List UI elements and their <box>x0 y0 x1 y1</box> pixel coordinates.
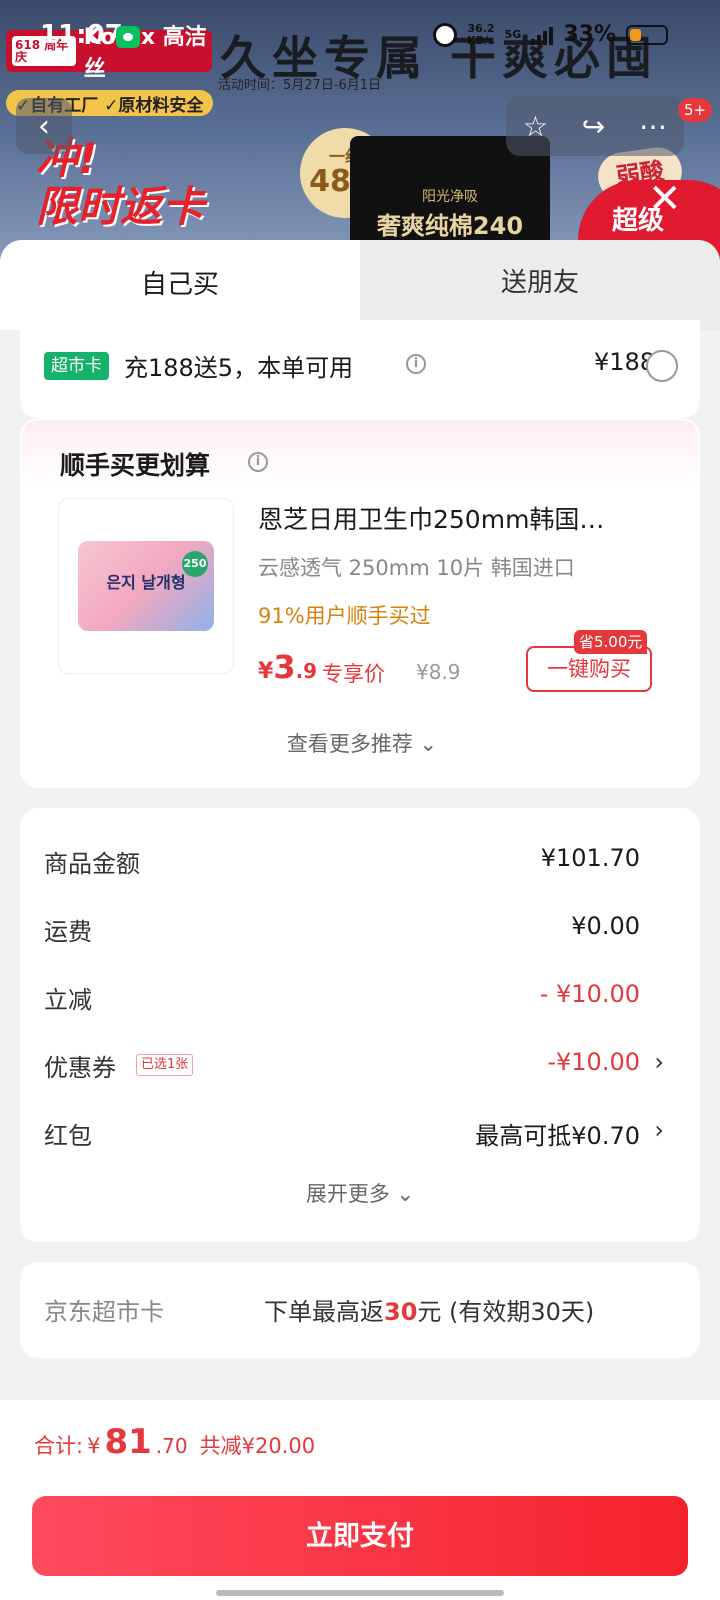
battery-icon <box>626 24 668 45</box>
package-label: 은지 날개형 <box>106 573 186 592</box>
summary-row-goods-amount: 商品金额 ¥101.70 <box>44 840 664 880</box>
product-popularity: 91%用户顺手买过 <box>258 604 431 628</box>
pack-subtitle: 阳光净吸 <box>422 189 478 205</box>
share-icon[interactable]: ↪ <box>582 110 605 143</box>
exclusive-price-tag: 专享价 <box>322 662 385 686</box>
savings-badge: 省5.00元 <box>574 630 648 654</box>
summary-row-instant-discount: 立减 - ¥10.00 <box>44 976 664 1016</box>
summary-label: 优惠券 <box>44 1054 116 1082</box>
jd-card-rebate: 下单最高返30元 (有效期30天) <box>264 1292 594 1327</box>
summary-value: ¥101.70 <box>540 844 640 872</box>
summary-value: -¥10.00 <box>547 1048 640 1076</box>
total-decimal: .70 <box>155 1434 188 1458</box>
tab-gift[interactable]: 送朋友 <box>360 240 720 330</box>
product-spec: 云感透气 250mm 10片 韩国进口 <box>258 556 575 580</box>
pay-now-button[interactable]: 立即支付 <box>32 1496 688 1576</box>
summary-label: 运费 <box>44 918 92 946</box>
product-name[interactable]: 恩芝日用卫生巾250mm韩国… <box>258 500 638 536</box>
package-badge: 250 <box>182 551 208 577</box>
promo-line-2: 限时返卡 <box>36 182 205 231</box>
status-bar: 11:07 36.2 KB/s 5G 33% <box>0 0 720 76</box>
network-type: 5G <box>504 27 522 41</box>
back-button[interactable]: ‹ <box>16 98 72 154</box>
summary-value: 最高可抵¥0.70 <box>475 1122 640 1150</box>
supermarket-card-tag: 超市卡 <box>44 352 109 380</box>
tab-self-buy[interactable]: 自己买 <box>0 240 360 330</box>
total-symbol: ¥ <box>87 1434 101 1458</box>
supermarket-card-offer: 超市卡 充188送5，本单可用 i ¥188 <box>20 320 700 418</box>
jd-card-amount: 30 <box>384 1298 418 1326</box>
purchase-mode-tabs: 自己买 送朋友 <box>0 240 720 330</box>
more-icon[interactable]: ⋯ <box>639 110 667 143</box>
network-speed-unit: KB/s <box>467 33 495 47</box>
summary-row-shipping: 运费 ¥0.00 <box>44 908 664 948</box>
addon-title: 顺手买更划算 <box>60 451 211 480</box>
expand-more-link[interactable]: 展开更多 ⌄ <box>20 1178 700 1208</box>
signal-icon <box>531 25 554 45</box>
addon-recommendation-card: 顺手买更划算 i 250 은지 날개형 恩芝日用卫生巾250mm韩国… 云感透气… <box>20 418 700 788</box>
summary-label: 立减 <box>44 986 92 1014</box>
original-price: ¥8.9 <box>416 660 461 684</box>
info-icon[interactable]: i <box>248 452 268 472</box>
home-indicator[interactable] <box>216 1590 504 1596</box>
summary-value: - ¥10.00 <box>539 980 640 1008</box>
close-icon[interactable]: ✕ <box>648 176 682 222</box>
activity-time: 活动时间：5月27日-6月1日 <box>218 78 382 93</box>
network-speed-value: 36.2 <box>467 21 495 35</box>
back-icon: ‹ <box>38 108 50 144</box>
supermarket-card-text: 充188送5，本单可用 <box>124 354 354 382</box>
jd-card-suffix: 元 (有效期30天) <box>417 1298 595 1326</box>
product-package: 250 은지 날개형 <box>78 541 214 631</box>
jd-card-label: 京东超市卡 <box>44 1298 164 1326</box>
product-price: ¥3.9 <box>258 648 317 686</box>
price-decimal: .9 <box>295 659 318 683</box>
battery-percent: 33% <box>563 22 616 47</box>
more-recommendations-link[interactable]: 查看更多推荐 ⌄ <box>22 728 702 758</box>
info-icon[interactable]: i <box>406 354 426 374</box>
network-speed: 36.2 KB/s <box>467 21 495 47</box>
total-label: 合计: <box>34 1434 84 1458</box>
favorite-icon[interactable]: ☆ <box>523 110 548 143</box>
clock: 11:07 <box>40 20 123 50</box>
supermarket-card-radio[interactable] <box>646 350 678 382</box>
pack-title: 奢爽纯棉240 <box>376 212 524 240</box>
coupon-selected-tag: 已选1张 <box>136 1054 194 1076</box>
chevron-right-icon: › <box>654 1116 664 1144</box>
summary-row-coupon[interactable]: 优惠券 已选1张 -¥10.00 › <box>44 1044 664 1084</box>
chevron-right-icon: › <box>654 1048 664 1076</box>
summary-row-red-packet[interactable]: 红包 最高可抵¥0.70 › <box>44 1112 664 1152</box>
checkout-sheet: 自己买 送朋友 超市卡 充188送5，本单可用 i ¥188 顺手买更划算 i … <box>0 240 720 1600</box>
summary-value: ¥0.00 <box>571 912 640 940</box>
page-actions: ☆ ↪ ⋯ <box>506 96 684 156</box>
order-summary-card: 商品金额 ¥101.70 运费 ¥0.00 立减 - ¥10.00 优惠券 已选… <box>20 808 700 1242</box>
total-integer: 81 <box>104 1422 152 1462</box>
jd-card-prefix: 下单最高返 <box>264 1298 384 1326</box>
summary-label: 商品金额 <box>44 850 140 878</box>
summary-label: 红包 <box>44 1122 92 1150</box>
alarm-icon <box>433 22 458 47</box>
message-count-badge: 5+ <box>678 98 713 122</box>
wechat-notification-icon <box>116 26 140 48</box>
jd-supermarket-card-row: 京东超市卡 下单最高返30元 (有效期30天) <box>20 1262 700 1358</box>
price-symbol: ¥ <box>258 659 274 684</box>
checkout-bar: 合计: ¥ 81.70 共减¥20.00 立即支付 <box>0 1400 720 1600</box>
price-integer: 3 <box>273 648 296 686</box>
total-saved: 共减¥20.00 <box>199 1434 316 1458</box>
product-image[interactable]: 250 은지 날개형 <box>58 498 234 674</box>
order-total: 合计: ¥ 81.70 共减¥20.00 <box>34 1422 315 1462</box>
